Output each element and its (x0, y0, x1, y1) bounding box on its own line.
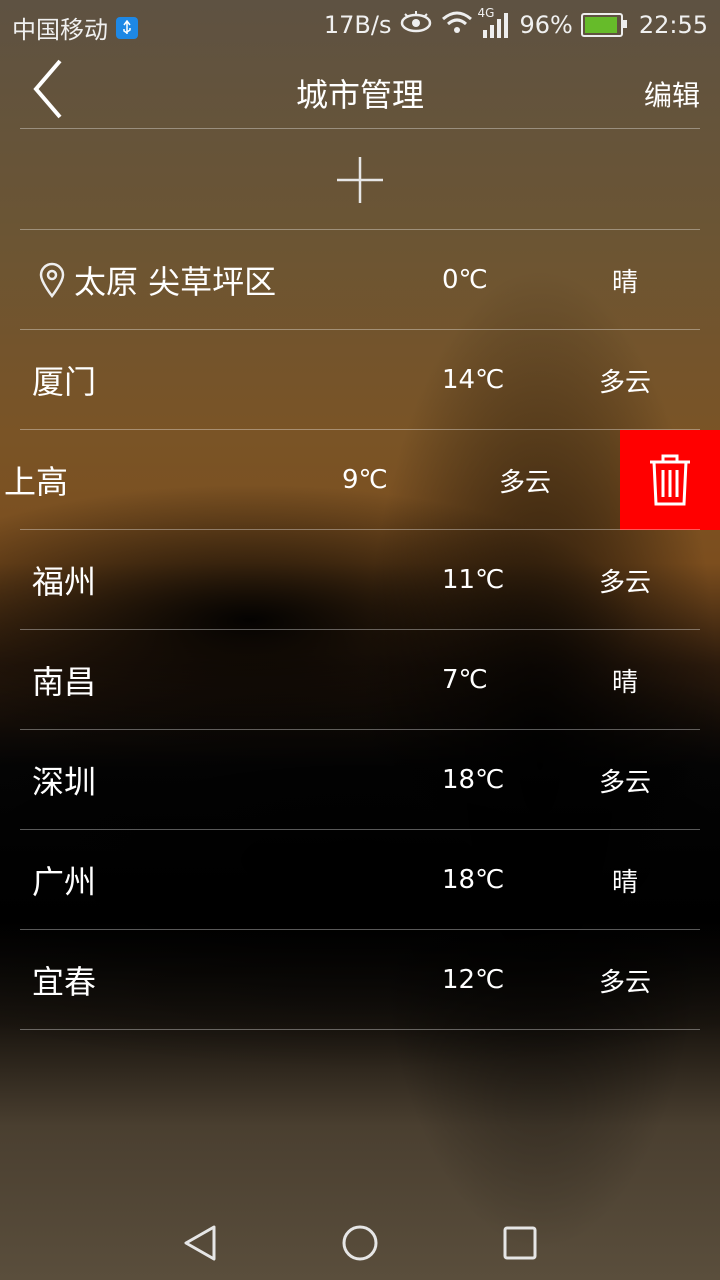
city-name: 南昌 (32, 663, 97, 701)
city-management-screen: 中国移动 17B/s 4G 96% 22:55 城市管理 编辑 太原 尖草坪区 … (0, 0, 720, 1280)
city-row-guangzhou[interactable]: 广州 18℃ 晴 (20, 830, 700, 930)
system-nav-bar (0, 1205, 720, 1280)
city-condition: 多云 (598, 367, 651, 398)
battery-fill (584, 17, 618, 33)
city-name: 深圳 (32, 763, 97, 801)
city-name-wrap: 太原 尖草坪区 (32, 230, 276, 330)
city-name: 广州 (32, 863, 97, 901)
location-pin-icon (39, 262, 65, 298)
signal-icon: 4G (477, 6, 511, 38)
city-condition: 晴 (611, 267, 638, 298)
city-row-yichun[interactable]: 宜春 12℃ 多云 (20, 930, 700, 1030)
home-circle-icon (342, 1225, 378, 1261)
status-bar: 中国移动 17B/s 4G 96% 22:55 (0, 0, 720, 50)
trash-icon (650, 454, 690, 506)
battery-percent-label: 96% (519, 11, 573, 39)
divider (20, 1029, 700, 1030)
city-row-nanchang[interactable]: 南昌 7℃ 晴 (20, 630, 700, 730)
city-row-xiamen[interactable]: 厦门 14℃ 多云 (20, 330, 700, 430)
header-bar: 城市管理 编辑 (0, 50, 720, 128)
city-name: 福州 (32, 563, 97, 601)
city-name: 宜春 (32, 963, 97, 1001)
wifi-icon (441, 10, 473, 40)
eye-icon (399, 10, 433, 40)
city-condition: 多云 (498, 467, 551, 498)
city-condition: 多云 (598, 967, 651, 998)
add-city-button[interactable] (20, 130, 700, 229)
city-condition: 多云 (598, 567, 651, 598)
city-condition: 多云 (598, 767, 651, 798)
nav-recents-button[interactable] (500, 1223, 540, 1263)
delete-city-button[interactable] (620, 430, 720, 530)
recents-square-icon (503, 1226, 537, 1260)
city-row-fuzhou[interactable]: 福州 11℃ 多云 (20, 530, 700, 630)
city-name: 厦门 (32, 363, 97, 401)
city-temp: 9℃ (342, 465, 388, 495)
plus-icon (337, 156, 383, 203)
net-speed-label: 17B/s (323, 11, 392, 39)
city-row-shenzhen[interactable]: 深圳 18℃ 多云 (20, 730, 700, 830)
usb-icon (116, 16, 138, 39)
divider (20, 128, 700, 129)
edit-button[interactable]: 编辑 (644, 74, 700, 114)
network-type-label: 4G (477, 6, 495, 20)
city-condition: 晴 (611, 867, 638, 898)
city-row-taiyuan[interactable]: 太原 尖草坪区 0℃ 晴 (20, 230, 700, 330)
city-name: 上高 (4, 463, 69, 501)
back-triangle-icon (184, 1225, 216, 1261)
nav-back-button[interactable] (180, 1223, 220, 1263)
carrier-label: 中国移动 (12, 16, 108, 44)
city-name: 太原 尖草坪区 (74, 263, 277, 301)
page-title: 城市管理 (295, 76, 424, 114)
city-row-shanggao[interactable]: 上高 9℃ 多云 (0, 430, 720, 530)
time-label: 22:55 (638, 11, 708, 39)
nav-home-button[interactable] (340, 1223, 380, 1263)
city-condition: 晴 (611, 667, 638, 698)
battery-charging-icon (580, 13, 627, 37)
